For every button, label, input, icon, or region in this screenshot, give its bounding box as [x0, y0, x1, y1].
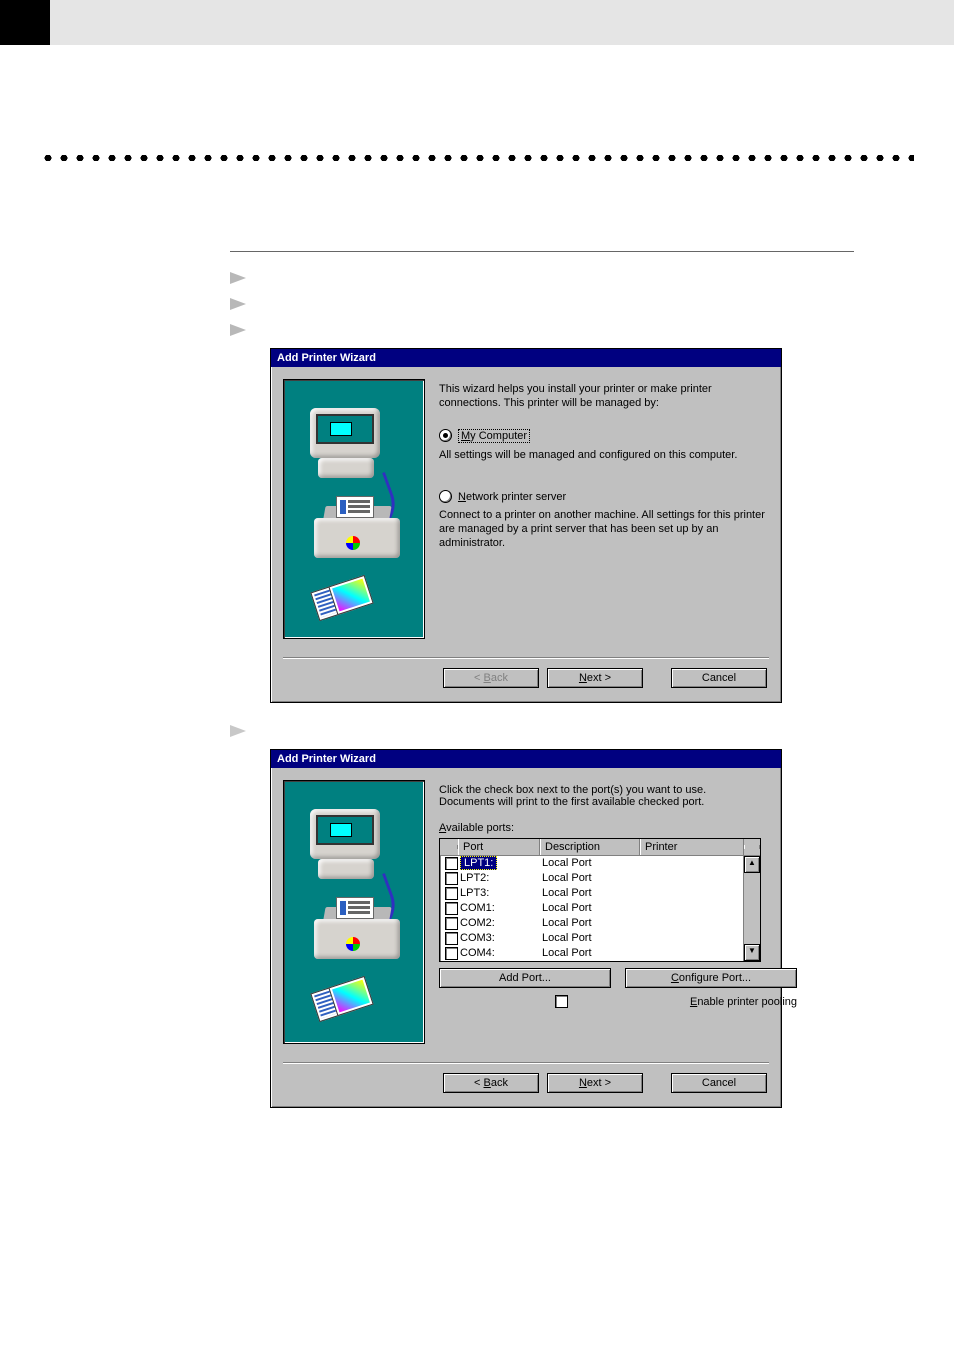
wizard-content: This wizard helps you install your print…	[439, 379, 769, 639]
step-bullet-2	[230, 296, 854, 310]
checkbox-icon[interactable]	[445, 887, 458, 900]
ports-intro-1: Click the check box next to the port(s) …	[439, 784, 797, 796]
ports-buttons-row: Add Port... Configure Port...	[439, 968, 797, 988]
dialog-body: Click the check box next to the port(s) …	[271, 768, 781, 1056]
enable-pooling-label: Enable printer pooling	[690, 996, 797, 1008]
checkbox-icon[interactable]	[445, 902, 458, 915]
port-name: LPT2:	[460, 871, 542, 886]
step-bullet-3	[230, 322, 854, 336]
back-button: < Back	[443, 668, 539, 688]
port-description: Local Port	[542, 946, 642, 961]
ports-intro-2: Documents will print to the first availa…	[439, 796, 797, 808]
dotted-divider	[40, 155, 914, 161]
port-description: Local Port	[542, 856, 642, 871]
port-description: Local Port	[542, 916, 642, 931]
my-computer-desc: All settings will be managed and configu…	[439, 449, 769, 463]
wizard-graphic	[283, 780, 425, 1044]
arrow-icon	[230, 272, 246, 284]
content-area: Add Printer Wizard This wizard helps you…	[230, 251, 854, 1108]
add-printer-wizard-dialog-1: Add Printer Wizard This wizard helps you…	[270, 348, 782, 703]
dialog-button-row: < Back Next > Cancel	[271, 1063, 781, 1107]
checkbox-icon[interactable]	[445, 932, 458, 945]
add-printer-wizard-dialog-2: Add Printer Wizard Click the check box n…	[270, 749, 782, 1108]
step-bullet-4	[230, 723, 854, 737]
table-row[interactable]: COM4:Local Port	[440, 946, 760, 961]
port-description: Local Port	[542, 886, 642, 901]
port-name: COM3:	[460, 931, 542, 946]
arrow-icon	[230, 725, 246, 737]
arrow-icon	[230, 298, 246, 310]
table-row[interactable]: COM3:Local Port	[440, 931, 760, 946]
add-port-button[interactable]: Add Port...	[439, 968, 611, 988]
dialog-titlebar: Add Printer Wizard	[271, 750, 781, 768]
back-button[interactable]: < Back	[443, 1073, 539, 1093]
thin-divider	[230, 251, 854, 252]
col-description[interactable]: Description	[540, 839, 640, 855]
radio-checked-icon	[439, 429, 452, 442]
table-row[interactable]: COM2:Local Port	[440, 916, 760, 931]
radio-my-computer-label: My Computer	[458, 429, 530, 443]
port-name-selected: LPT1:	[460, 856, 497, 870]
wizard-intro-text: This wizard helps you install your print…	[439, 383, 769, 411]
next-button[interactable]: Next >	[547, 1073, 643, 1093]
table-row[interactable]: LPT1: Local Port	[440, 856, 760, 871]
port-description: Local Port	[542, 901, 642, 916]
port-name: COM4:	[460, 946, 542, 961]
checkbox-icon	[555, 995, 568, 1008]
wizard-content: Click the check box next to the port(s) …	[439, 780, 797, 1044]
enable-printer-pooling[interactable]: Enable printer pooling	[439, 994, 797, 1009]
checkbox-icon[interactable]	[445, 857, 458, 870]
configure-port-button[interactable]: Configure Port...	[625, 968, 797, 988]
port-name: LPT3:	[460, 886, 542, 901]
ports-body: LPT1:Local PortLPT2:Local PortLPT3:Local…	[440, 856, 760, 961]
port-name: COM2:	[460, 916, 542, 931]
next-button[interactable]: Next >	[547, 668, 643, 688]
dialog-button-row: < Back Next > Cancel	[271, 658, 781, 702]
wizard-graphic	[283, 379, 425, 639]
dialog-titlebar: Add Printer Wizard	[271, 349, 781, 367]
available-ports-label: Available ports:	[439, 822, 797, 834]
table-row[interactable]: LPT2:Local Port	[440, 871, 760, 886]
radio-network-printer[interactable]: Network printer server	[439, 490, 769, 503]
header-black-box	[0, 0, 50, 45]
table-row[interactable]: COM1:Local Port	[440, 901, 760, 916]
port-description: Local Port	[542, 871, 642, 886]
cancel-button[interactable]: Cancel	[671, 668, 767, 688]
ports-table: Port Description Printer LPT1: Local Port…	[439, 838, 761, 962]
scrollbar[interactable]: ▲ ▼	[743, 856, 760, 961]
page-header	[0, 0, 954, 45]
radio-unchecked-icon	[439, 490, 452, 503]
radio-network-label: Network printer server	[458, 491, 566, 503]
scroll-down-icon[interactable]: ▼	[744, 944, 760, 961]
ports-header-row: Port Description Printer	[440, 839, 760, 856]
checkbox-icon[interactable]	[445, 947, 458, 960]
arrow-icon	[230, 324, 246, 336]
port-name: COM1:	[460, 901, 542, 916]
dialog-body: This wizard helps you install your print…	[271, 367, 781, 651]
step-bullet-1	[230, 270, 854, 284]
radio-my-computer[interactable]: My Computer	[439, 429, 769, 443]
checkbox-icon[interactable]	[445, 872, 458, 885]
checkbox-icon[interactable]	[445, 917, 458, 930]
table-row[interactable]: LPT3:Local Port	[440, 886, 760, 901]
col-port[interactable]: Port	[458, 839, 540, 855]
network-printer-desc: Connect to a printer on another machine.…	[439, 509, 769, 550]
col-printer[interactable]: Printer	[640, 839, 744, 855]
port-description: Local Port	[542, 931, 642, 946]
cancel-button[interactable]: Cancel	[671, 1073, 767, 1093]
scroll-up-icon[interactable]: ▲	[744, 856, 760, 873]
